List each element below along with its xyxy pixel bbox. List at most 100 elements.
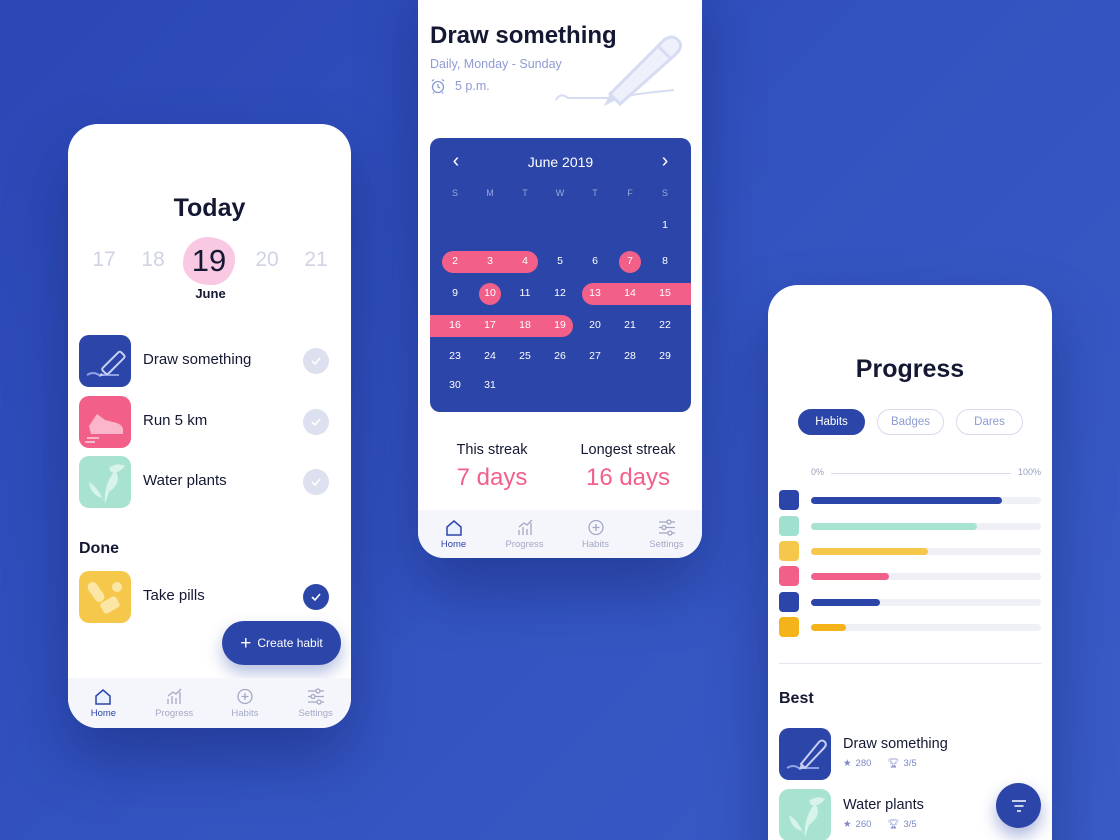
habit-row[interactable]: Water plants [79,456,329,508]
calendar-day[interactable]: 12 [545,287,575,299]
habit-row[interactable]: Take pills [79,571,329,623]
chart-icon [517,519,532,535]
habit-checkbox-checked[interactable] [303,584,329,610]
selected-date[interactable]: 19 [184,243,234,279]
progress-row[interactable] [779,617,1041,637]
longest-streak-value: 16 days [585,464,671,491]
bike-icon [779,592,799,612]
date-item[interactable]: 21 [296,248,336,272]
tab-habits[interactable]: Habits [210,678,281,728]
calendar-day[interactable]: 4 [510,255,540,267]
calendar-day[interactable]: 22 [650,319,680,331]
tab-dares-segment[interactable]: Dares [956,409,1023,435]
calendar-day[interactable]: 24 [475,350,505,362]
calendar-day[interactable]: 15 [650,287,680,299]
plus-circle-icon [587,519,604,535]
bottom-tab-bar: Home Progress Habits Settings [68,678,351,728]
tab-habits[interactable]: Habits [560,510,631,558]
calendar-day[interactable]: 14 [615,287,645,299]
calendar-day[interactable]: 7 [615,255,645,267]
calendar-day[interactable]: 29 [650,350,680,362]
calendar-day[interactable]: 21 [615,319,645,331]
calendar-day[interactable]: 28 [615,350,645,362]
progress-row[interactable] [779,541,1041,561]
tab-progress[interactable]: Progress [139,678,210,728]
calendar-day[interactable]: 19 [545,319,575,331]
calendar-day[interactable]: 30 [440,379,470,391]
calendar-day[interactable]: 18 [510,319,540,331]
calendar-day[interactable]: 11 [510,287,540,299]
tab-home[interactable]: Home [418,510,489,558]
progress-fill [811,624,846,631]
date-item[interactable]: 20 [247,248,287,272]
calendar-day[interactable]: 31 [475,379,505,391]
habit-schedule: Daily, Monday - Sunday [430,57,562,71]
calendar: ‹ June 2019 › S M T W T F S 1 2 3 4 5 6 7 8 9 10 11 12 13 14… [430,138,691,412]
calendar-day[interactable]: 10 [475,287,505,299]
tab-habits-segment[interactable]: Habits [798,409,865,435]
trophy-count: 3/5 [903,758,917,769]
best-habit-row[interactable]: Draw something ★ 280 🏆︎ 3/5 [779,728,1041,780]
progress-row[interactable] [779,516,1041,536]
calendar-day[interactable]: 2 [440,255,470,267]
plus-circle-icon [237,688,253,704]
progress-row[interactable] [779,566,1041,586]
tab-settings[interactable]: Settings [280,678,351,728]
star-count: 280 [855,758,872,769]
filter-button[interactable] [996,783,1041,828]
progress-scale: 0% 100% [811,467,1041,481]
calendar-day[interactable]: 25 [510,350,540,362]
tab-home[interactable]: Home [68,678,139,728]
tab-badges-segment[interactable]: Badges [877,409,944,435]
calendar-day[interactable]: 5 [545,255,575,267]
calendar-day[interactable]: 9 [440,287,470,299]
home-icon [95,688,112,705]
tab-label: Home [440,538,467,550]
weekday-label: M [486,188,494,198]
progress-fill [811,497,1002,504]
create-habit-button[interactable]: + Create habit [222,621,341,665]
progress-row[interactable] [779,490,1041,510]
leaf-icon [79,456,131,508]
calendar-day[interactable]: 8 [650,255,680,267]
star-icon: ★ [843,819,852,830]
habit-checkbox[interactable] [303,348,329,374]
calendar-day[interactable]: 26 [545,350,575,362]
this-streak: This streak 7 days [422,442,562,492]
pencil-icon [779,490,799,510]
progress-track [811,624,1041,631]
habit-reminder[interactable]: 5 p.m. [430,78,490,94]
pencil-icon [79,335,131,387]
calendar-day[interactable]: 23 [440,350,470,362]
chevron-right-icon[interactable]: › [655,150,675,173]
leaf-icon [779,789,831,840]
progress-row[interactable] [779,592,1041,612]
calendar-day[interactable]: 3 [475,255,505,267]
pills-icon [779,541,799,561]
date-item[interactable]: 17 [84,248,124,272]
calendar-day[interactable]: 17 [475,319,505,331]
habit-checkbox[interactable] [303,469,329,495]
bottom-tab-bar: Home Progress Habits Settings [418,510,702,558]
today-screen: Today 17 18 19 20 21 June Draw something [68,124,351,728]
ticket-icon [779,617,799,637]
best-habit-name: Water plants [843,797,924,813]
chart-icon [167,688,182,704]
trophy-icon: 🏆︎ [887,758,900,769]
tab-settings[interactable]: Settings [631,510,702,558]
check-icon [311,357,321,366]
habit-row[interactable]: Draw something [79,335,329,387]
calendar-day[interactable]: 1 [650,219,680,231]
trophy-icon: 🏆︎ [887,819,900,830]
tab-progress[interactable]: Progress [489,510,560,558]
calendar-day[interactable]: 6 [580,255,610,267]
calendar-day[interactable]: 16 [440,319,470,331]
habit-row[interactable]: Run 5 km [79,396,329,448]
date-item[interactable]: 18 [133,248,173,272]
longest-streak-label: Longest streak [580,442,676,458]
page-title: Progress [855,355,965,383]
calendar-day[interactable]: 27 [580,350,610,362]
habit-checkbox[interactable] [303,409,329,435]
calendar-day[interactable]: 20 [580,319,610,331]
calendar-day[interactable]: 13 [580,287,610,299]
